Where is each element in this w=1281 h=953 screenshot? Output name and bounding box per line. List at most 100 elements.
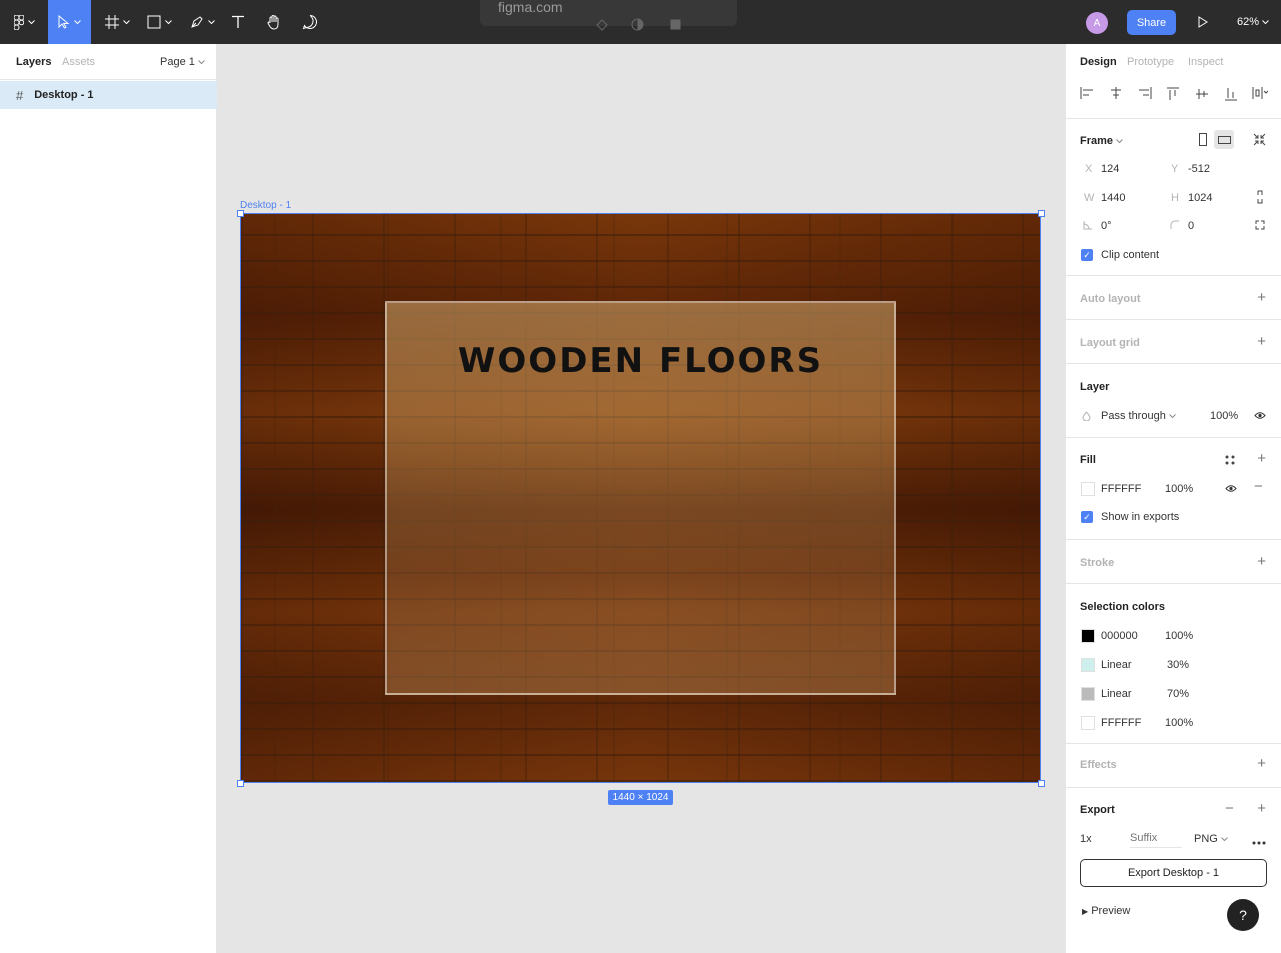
shape-tool-button[interactable] — [142, 0, 176, 44]
hand-tool-button[interactable] — [262, 0, 286, 44]
x-label: X — [1085, 163, 1093, 175]
selection-color-opacity[interactable]: 100% — [1165, 630, 1193, 642]
more-options-icon[interactable] — [1252, 836, 1266, 848]
tab-assets[interactable]: Assets — [62, 56, 95, 68]
resize-handle-top-left[interactable] — [237, 210, 244, 217]
chevron-down-icon — [1262, 20, 1269, 25]
h-input[interactable]: 1024 — [1188, 192, 1212, 204]
remove-export-icon[interactable]: − — [1225, 800, 1234, 817]
selection-color-swatch[interactable] — [1081, 716, 1095, 730]
x-input[interactable]: 124 — [1101, 163, 1119, 175]
tab-inspect[interactable]: Inspect — [1188, 56, 1223, 68]
layer-section-title: Layer — [1080, 381, 1110, 393]
add-export-icon[interactable]: + — [1257, 800, 1266, 817]
selection-color-opacity[interactable]: 70% — [1167, 688, 1189, 700]
eye-icon[interactable] — [1254, 411, 1266, 423]
comment-tool-button[interactable] — [298, 0, 322, 44]
y-input[interactable]: -512 — [1188, 163, 1210, 175]
layer-opacity-input[interactable]: 100% — [1210, 410, 1238, 422]
frame-tool-button[interactable] — [100, 0, 134, 44]
contrast-icon[interactable] — [631, 18, 644, 34]
export-button[interactable]: Export Desktop - 1 — [1080, 859, 1267, 887]
corner-radius-icon — [1170, 220, 1180, 233]
align-bottom-icon[interactable] — [1225, 87, 1237, 104]
component-icon[interactable] — [596, 19, 608, 34]
export-format-dropdown[interactable]: PNG — [1194, 833, 1228, 845]
remove-fill-icon[interactable]: − — [1254, 478, 1263, 495]
portrait-icon[interactable] — [1199, 133, 1207, 149]
independent-corners-icon[interactable] — [1255, 220, 1265, 233]
corner-radius-input[interactable]: 0 — [1188, 220, 1194, 232]
clip-content-checkbox[interactable]: ✓ — [1081, 249, 1093, 261]
selection-color-name[interactable]: FFFFFF — [1101, 717, 1141, 729]
selection-color-name[interactable]: Linear — [1101, 659, 1132, 671]
add-effect-icon[interactable]: + — [1257, 755, 1266, 772]
blend-mode-dropdown[interactable]: Pass through — [1101, 410, 1176, 422]
move-tool-button[interactable] — [48, 0, 91, 44]
layer-item-desktop-1[interactable]: # Desktop - 1 — [0, 81, 217, 109]
align-left-icon[interactable] — [1080, 87, 1094, 102]
tab-layers[interactable]: Layers — [16, 56, 51, 68]
main-menu-button[interactable] — [6, 0, 42, 44]
mask-icon[interactable] — [670, 19, 681, 33]
selection-color-name[interactable]: 000000 — [1101, 630, 1138, 642]
selection-color-swatch[interactable] — [1081, 658, 1095, 672]
rotation-input[interactable]: 0° — [1101, 220, 1112, 232]
show-in-exports-label: Show in exports — [1101, 511, 1180, 523]
align-vertical-center-icon[interactable] — [1196, 87, 1208, 104]
chevron-down-icon — [198, 60, 205, 65]
constrain-proportions-icon[interactable] — [1256, 190, 1264, 207]
chevron-down-icon — [1169, 414, 1176, 419]
help-button[interactable]: ? — [1227, 899, 1259, 931]
align-right-icon[interactable] — [1138, 87, 1152, 102]
fill-eye-icon[interactable] — [1225, 484, 1237, 496]
add-fill-icon[interactable]: + — [1257, 450, 1266, 467]
w-label: W — [1084, 192, 1095, 204]
align-horizontal-center-icon[interactable] — [1109, 87, 1123, 102]
resize-handle-bottom-left[interactable] — [237, 780, 244, 787]
selection-color-opacity[interactable]: 100% — [1165, 717, 1193, 729]
landscape-icon[interactable] — [1214, 130, 1234, 149]
styles-icon[interactable] — [1225, 455, 1235, 468]
show-in-exports-checkbox[interactable]: ✓ — [1081, 511, 1093, 523]
pen-tool-button[interactable] — [185, 0, 219, 44]
resize-handle-bottom-right[interactable] — [1038, 780, 1045, 787]
w-input[interactable]: 1440 — [1101, 192, 1125, 204]
export-suffix-input[interactable] — [1130, 828, 1182, 848]
align-top-icon[interactable] — [1167, 87, 1179, 104]
clip-content-label: Clip content — [1101, 249, 1160, 261]
avatar[interactable]: A — [1086, 12, 1108, 34]
add-auto-layout-icon[interactable]: + — [1257, 289, 1266, 306]
fill-swatch[interactable] — [1081, 482, 1095, 496]
frame-dropdown[interactable]: Frame — [1080, 135, 1123, 147]
selection-color-opacity[interactable]: 30% — [1167, 659, 1189, 671]
fill-opacity-input[interactable]: 100% — [1165, 483, 1193, 495]
selection-color-swatch[interactable] — [1081, 629, 1095, 643]
tab-prototype[interactable]: Prototype — [1127, 56, 1174, 68]
card-title[interactable]: WOODEN FLOORS — [385, 341, 896, 381]
frame-section: Frame X 124 Y -512 W 1440 H 1024 0° 0 ✓ … — [1066, 118, 1281, 275]
distribute-icon[interactable] — [1252, 87, 1269, 102]
cursor-icon — [58, 15, 70, 29]
frame-label[interactable]: Desktop - 1 — [240, 200, 291, 211]
export-scale-input[interactable]: 1x — [1080, 833, 1092, 845]
chevron-down-icon — [164, 19, 172, 25]
chevron-down-icon — [1116, 139, 1123, 144]
stroke-title: Stroke — [1080, 557, 1115, 569]
resize-to-fit-icon[interactable] — [1253, 133, 1266, 149]
resize-handle-top-right[interactable] — [1038, 210, 1045, 217]
selection-color-name[interactable]: Linear — [1101, 688, 1132, 700]
chevron-down-icon — [122, 19, 130, 25]
toolbar: figma.com A Share 62% — [0, 0, 1281, 44]
present-icon[interactable] — [1198, 16, 1208, 31]
fill-hex-input[interactable]: FFFFFF — [1101, 483, 1141, 495]
zoom-dropdown[interactable]: 62% — [1237, 16, 1269, 28]
add-layout-grid-icon[interactable]: + — [1257, 333, 1266, 350]
tab-design[interactable]: Design — [1080, 56, 1117, 68]
share-button[interactable]: Share — [1127, 10, 1176, 35]
preview-toggle[interactable]: ▶ Preview — [1082, 905, 1130, 917]
add-stroke-icon[interactable]: + — [1257, 553, 1266, 570]
page-dropdown[interactable]: Page 1 — [160, 56, 205, 68]
text-tool-button[interactable] — [226, 0, 250, 44]
selection-color-swatch[interactable] — [1081, 687, 1095, 701]
